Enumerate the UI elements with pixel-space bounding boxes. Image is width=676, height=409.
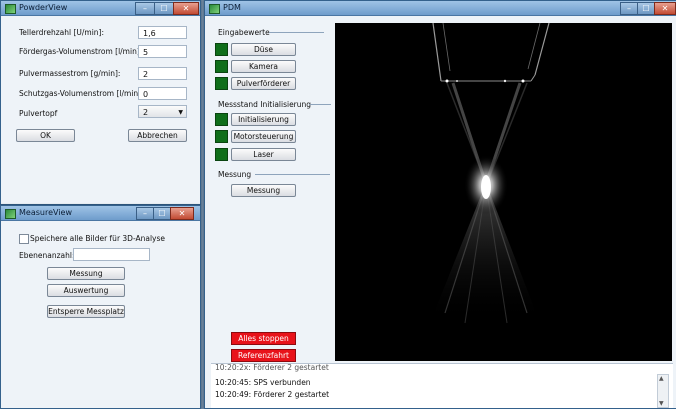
motor-control-button[interactable]: Motorsteuerung <box>231 130 296 143</box>
pdm-titlebar[interactable]: PDM – ☐ ✕ <box>205 1 676 16</box>
cancel-button[interactable]: Abbrechen <box>128 129 187 142</box>
evaluate-button[interactable]: Auswertung <box>47 284 125 297</box>
measure-view-titlebar[interactable]: MeasureView – ☐ ✕ <box>1 206 200 221</box>
group-divider <box>269 32 324 33</box>
status-led <box>215 113 228 126</box>
foerdergas-input[interactable]: 5 <box>138 45 187 58</box>
window-title: PDM <box>223 3 241 12</box>
powder-view-window: PowderView – ☐ ✕ Tellerdrehzahl [U/min]:… <box>0 0 201 205</box>
status-led <box>215 130 228 143</box>
measure-button[interactable]: Messung <box>47 267 125 280</box>
close-button[interactable]: ✕ <box>170 207 194 220</box>
powder-feeder-button[interactable]: Pulverförderer <box>231 77 296 90</box>
pdm-window: PDM – ☐ ✕ Eingabewerte Düse Kamera Pulve… <box>204 0 676 409</box>
field-label-pulvermasse: Pulvermassestrom [g/min]: <box>19 69 121 78</box>
maximize-button[interactable]: ☐ <box>154 2 174 15</box>
pulvertopf-value: 2 <box>143 108 149 117</box>
pulvertopf-select[interactable]: 2 ▼ <box>138 105 187 118</box>
field-label-teller: Tellerdrehzahl [U/min]: <box>19 28 104 37</box>
camera-button[interactable]: Kamera <box>231 60 296 73</box>
app-icon <box>5 209 16 219</box>
chevron-down-icon: ▼ <box>178 109 183 116</box>
log-line: 10:20:45: SPS verbunden <box>215 378 311 387</box>
measure-group-title: Messung <box>218 170 252 179</box>
save-images-checkbox[interactable] <box>19 234 29 244</box>
ok-button[interactable]: OK <box>16 129 75 142</box>
init-group-title: Messstand Initialisierung <box>218 100 312 109</box>
save-images-label: Speichere alle Bilder für 3D-Analyse <box>30 234 166 243</box>
minimize-button[interactable]: – <box>620 2 638 15</box>
status-led <box>215 148 228 161</box>
laser-button[interactable]: Laser <box>231 148 296 161</box>
window-title: MeasureView <box>19 208 72 217</box>
scroll-up-icon[interactable]: ▲ <box>659 375 664 382</box>
stop-all-button[interactable]: Alles stoppen <box>231 332 296 345</box>
measure-view-window: MeasureView – ☐ ✕ Speichere alle Bilder … <box>0 205 201 409</box>
log-panel: 10:20:2x: Förderer 2 gestartet 10:20:45:… <box>211 363 673 408</box>
minimize-button[interactable]: – <box>135 2 155 15</box>
status-led <box>215 60 228 73</box>
status-led <box>215 77 228 90</box>
minimize-button[interactable]: – <box>136 207 154 220</box>
maximize-button[interactable]: ☐ <box>637 2 655 15</box>
schutzgas-input[interactable]: 0 <box>138 87 187 100</box>
field-label-foerdergas: Fördergas-Volumenstrom [l/min]: <box>19 47 143 56</box>
powder-jet-image <box>430 23 550 324</box>
camera-image <box>335 23 672 361</box>
app-icon <box>5 4 16 14</box>
ebenen-label: Ebenenanzahl: <box>19 251 75 260</box>
log-scrollbar[interactable]: ▲ ▼ <box>657 374 669 408</box>
log-line: 10:20:49: Förderer 2 gestartet <box>215 390 330 399</box>
reference-run-button[interactable]: Referenzfahrt <box>231 349 296 362</box>
measure-button[interactable]: Messung <box>231 184 296 197</box>
powder-view-titlebar[interactable]: PowderView – ☐ ✕ <box>1 1 200 16</box>
close-button[interactable]: ✕ <box>173 2 199 15</box>
scroll-down-icon[interactable]: ▼ <box>659 400 664 407</box>
field-label-schutzgas: Schutzgas-Volumenstrom [l/min]: <box>19 89 144 98</box>
maximize-button[interactable]: ☐ <box>153 207 171 220</box>
window-title: PowderView <box>19 3 68 12</box>
pulvermasse-input[interactable]: 2 <box>138 67 187 80</box>
group-divider <box>309 104 331 105</box>
group-divider <box>255 174 330 175</box>
initialization-button[interactable]: Initialisierung <box>231 113 296 126</box>
log-line-partial: 10:20:2x: Förderer 2 gestartet <box>215 363 329 372</box>
teller-input[interactable]: 1,6 <box>138 26 187 39</box>
input-values-group-title: Eingabewerte <box>218 28 270 37</box>
close-button[interactable]: ✕ <box>654 2 676 15</box>
status-led <box>215 43 228 56</box>
nozzle-button[interactable]: Düse <box>231 43 296 56</box>
app-icon <box>209 4 220 14</box>
unlock-station-button[interactable]: Entsperre Messplatz <box>47 305 125 318</box>
pulvertopf-label: Pulvertopf <box>19 109 58 118</box>
ebenen-input[interactable] <box>73 248 150 261</box>
